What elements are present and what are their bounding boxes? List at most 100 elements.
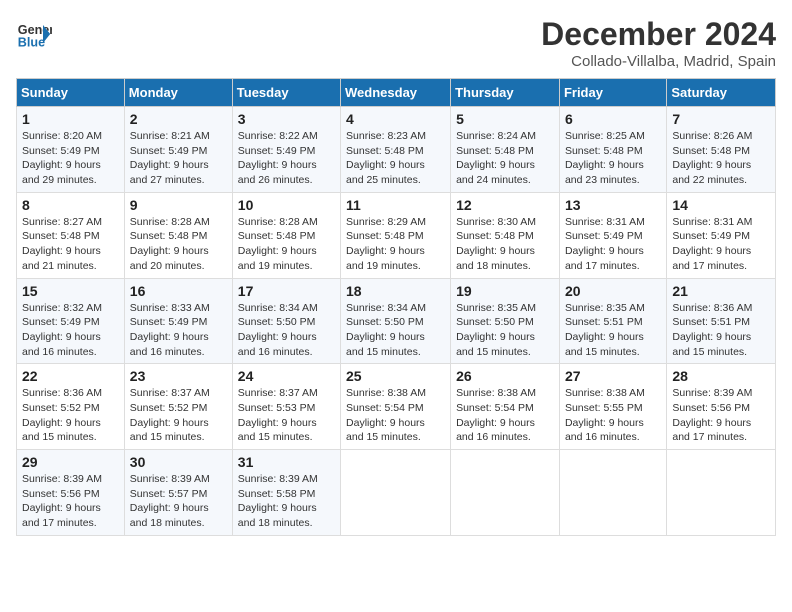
day-header-wednesday: Wednesday bbox=[341, 79, 451, 107]
day-number: 6 bbox=[565, 111, 661, 127]
day-number: 22 bbox=[22, 368, 119, 384]
week-row-5: 29 Sunrise: 8:39 AM Sunset: 5:56 PM Dayl… bbox=[17, 450, 776, 536]
day-info: Sunrise: 8:38 AM Sunset: 5:55 PM Dayligh… bbox=[565, 386, 661, 445]
day-number: 28 bbox=[672, 368, 770, 384]
day-number: 1 bbox=[22, 111, 119, 127]
day-info: Sunrise: 8:30 AM Sunset: 5:48 PM Dayligh… bbox=[456, 215, 554, 274]
day-number: 14 bbox=[672, 197, 770, 213]
week-row-1: 1 Sunrise: 8:20 AM Sunset: 5:49 PM Dayli… bbox=[17, 107, 776, 193]
day-number: 16 bbox=[130, 283, 227, 299]
day-info: Sunrise: 8:38 AM Sunset: 5:54 PM Dayligh… bbox=[346, 386, 445, 445]
day-info: Sunrise: 8:21 AM Sunset: 5:49 PM Dayligh… bbox=[130, 129, 227, 188]
calendar-cell: 4 Sunrise: 8:23 AM Sunset: 5:48 PM Dayli… bbox=[341, 107, 451, 193]
day-header-saturday: Saturday bbox=[667, 79, 776, 107]
day-info: Sunrise: 8:39 AM Sunset: 5:56 PM Dayligh… bbox=[22, 472, 119, 531]
calendar-cell: 25 Sunrise: 8:38 AM Sunset: 5:54 PM Dayl… bbox=[341, 364, 451, 450]
day-number: 26 bbox=[456, 368, 554, 384]
day-info: Sunrise: 8:22 AM Sunset: 5:49 PM Dayligh… bbox=[238, 129, 335, 188]
day-header-sunday: Sunday bbox=[17, 79, 125, 107]
calendar-title: December 2024 bbox=[541, 16, 776, 53]
day-info: Sunrise: 8:24 AM Sunset: 5:48 PM Dayligh… bbox=[456, 129, 554, 188]
day-number: 3 bbox=[238, 111, 335, 127]
day-info: Sunrise: 8:36 AM Sunset: 5:51 PM Dayligh… bbox=[672, 301, 770, 360]
day-number: 10 bbox=[238, 197, 335, 213]
calendar-cell: 28 Sunrise: 8:39 AM Sunset: 5:56 PM Dayl… bbox=[667, 364, 776, 450]
day-number: 8 bbox=[22, 197, 119, 213]
day-number: 21 bbox=[672, 283, 770, 299]
day-info: Sunrise: 8:25 AM Sunset: 5:48 PM Dayligh… bbox=[565, 129, 661, 188]
day-number: 20 bbox=[565, 283, 661, 299]
calendar-cell: 3 Sunrise: 8:22 AM Sunset: 5:49 PM Dayli… bbox=[232, 107, 340, 193]
day-number: 17 bbox=[238, 283, 335, 299]
calendar-cell: 12 Sunrise: 8:30 AM Sunset: 5:48 PM Dayl… bbox=[451, 192, 560, 278]
calendar-cell bbox=[667, 450, 776, 536]
calendar-subtitle: Collado-Villalba, Madrid, Spain bbox=[541, 53, 776, 70]
day-number: 15 bbox=[22, 283, 119, 299]
day-info: Sunrise: 8:33 AM Sunset: 5:49 PM Dayligh… bbox=[130, 301, 227, 360]
day-number: 19 bbox=[456, 283, 554, 299]
day-info: Sunrise: 8:31 AM Sunset: 5:49 PM Dayligh… bbox=[672, 215, 770, 274]
day-info: Sunrise: 8:34 AM Sunset: 5:50 PM Dayligh… bbox=[238, 301, 335, 360]
days-header-row: SundayMondayTuesdayWednesdayThursdayFrid… bbox=[17, 79, 776, 107]
calendar-cell: 8 Sunrise: 8:27 AM Sunset: 5:48 PM Dayli… bbox=[17, 192, 125, 278]
calendar-cell: 30 Sunrise: 8:39 AM Sunset: 5:57 PM Dayl… bbox=[124, 450, 232, 536]
day-number: 2 bbox=[130, 111, 227, 127]
day-info: Sunrise: 8:28 AM Sunset: 5:48 PM Dayligh… bbox=[238, 215, 335, 274]
day-info: Sunrise: 8:28 AM Sunset: 5:48 PM Dayligh… bbox=[130, 215, 227, 274]
calendar-table: SundayMondayTuesdayWednesdayThursdayFrid… bbox=[16, 78, 776, 536]
calendar-cell bbox=[451, 450, 560, 536]
day-info: Sunrise: 8:27 AM Sunset: 5:48 PM Dayligh… bbox=[22, 215, 119, 274]
day-info: Sunrise: 8:29 AM Sunset: 5:48 PM Dayligh… bbox=[346, 215, 445, 274]
calendar-cell: 10 Sunrise: 8:28 AM Sunset: 5:48 PM Dayl… bbox=[232, 192, 340, 278]
svg-text:Blue: Blue bbox=[18, 36, 45, 50]
day-number: 25 bbox=[346, 368, 445, 384]
day-info: Sunrise: 8:34 AM Sunset: 5:50 PM Dayligh… bbox=[346, 301, 445, 360]
title-area: December 2024 Collado-Villalba, Madrid, … bbox=[541, 16, 776, 70]
week-row-4: 22 Sunrise: 8:36 AM Sunset: 5:52 PM Dayl… bbox=[17, 364, 776, 450]
day-info: Sunrise: 8:39 AM Sunset: 5:58 PM Dayligh… bbox=[238, 472, 335, 531]
calendar-cell: 13 Sunrise: 8:31 AM Sunset: 5:49 PM Dayl… bbox=[559, 192, 666, 278]
day-info: Sunrise: 8:38 AM Sunset: 5:54 PM Dayligh… bbox=[456, 386, 554, 445]
calendar-cell: 27 Sunrise: 8:38 AM Sunset: 5:55 PM Dayl… bbox=[559, 364, 666, 450]
day-number: 11 bbox=[346, 197, 445, 213]
day-info: Sunrise: 8:23 AM Sunset: 5:48 PM Dayligh… bbox=[346, 129, 445, 188]
day-number: 5 bbox=[456, 111, 554, 127]
day-number: 12 bbox=[456, 197, 554, 213]
day-header-tuesday: Tuesday bbox=[232, 79, 340, 107]
calendar-body: 1 Sunrise: 8:20 AM Sunset: 5:49 PM Dayli… bbox=[17, 107, 776, 536]
calendar-cell: 22 Sunrise: 8:36 AM Sunset: 5:52 PM Dayl… bbox=[17, 364, 125, 450]
day-header-thursday: Thursday bbox=[451, 79, 560, 107]
day-header-friday: Friday bbox=[559, 79, 666, 107]
calendar-cell: 19 Sunrise: 8:35 AM Sunset: 5:50 PM Dayl… bbox=[451, 278, 560, 364]
calendar-cell: 1 Sunrise: 8:20 AM Sunset: 5:49 PM Dayli… bbox=[17, 107, 125, 193]
day-header-monday: Monday bbox=[124, 79, 232, 107]
day-number: 4 bbox=[346, 111, 445, 127]
day-number: 31 bbox=[238, 454, 335, 470]
day-info: Sunrise: 8:31 AM Sunset: 5:49 PM Dayligh… bbox=[565, 215, 661, 274]
day-number: 13 bbox=[565, 197, 661, 213]
calendar-cell: 6 Sunrise: 8:25 AM Sunset: 5:48 PM Dayli… bbox=[559, 107, 666, 193]
week-row-3: 15 Sunrise: 8:32 AM Sunset: 5:49 PM Dayl… bbox=[17, 278, 776, 364]
calendar-cell: 26 Sunrise: 8:38 AM Sunset: 5:54 PM Dayl… bbox=[451, 364, 560, 450]
calendar-cell: 29 Sunrise: 8:39 AM Sunset: 5:56 PM Dayl… bbox=[17, 450, 125, 536]
calendar-cell: 31 Sunrise: 8:39 AM Sunset: 5:58 PM Dayl… bbox=[232, 450, 340, 536]
header: General Blue December 2024 Collado-Villa… bbox=[16, 16, 776, 70]
calendar-cell bbox=[559, 450, 666, 536]
day-number: 23 bbox=[130, 368, 227, 384]
week-row-2: 8 Sunrise: 8:27 AM Sunset: 5:48 PM Dayli… bbox=[17, 192, 776, 278]
day-number: 7 bbox=[672, 111, 770, 127]
calendar-cell: 17 Sunrise: 8:34 AM Sunset: 5:50 PM Dayl… bbox=[232, 278, 340, 364]
logo: General Blue bbox=[16, 16, 52, 52]
day-number: 27 bbox=[565, 368, 661, 384]
calendar-cell: 2 Sunrise: 8:21 AM Sunset: 5:49 PM Dayli… bbox=[124, 107, 232, 193]
day-info: Sunrise: 8:32 AM Sunset: 5:49 PM Dayligh… bbox=[22, 301, 119, 360]
calendar-cell: 23 Sunrise: 8:37 AM Sunset: 5:52 PM Dayl… bbox=[124, 364, 232, 450]
calendar-cell: 7 Sunrise: 8:26 AM Sunset: 5:48 PM Dayli… bbox=[667, 107, 776, 193]
day-info: Sunrise: 8:35 AM Sunset: 5:51 PM Dayligh… bbox=[565, 301, 661, 360]
calendar-cell: 14 Sunrise: 8:31 AM Sunset: 5:49 PM Dayl… bbox=[667, 192, 776, 278]
day-info: Sunrise: 8:20 AM Sunset: 5:49 PM Dayligh… bbox=[22, 129, 119, 188]
day-info: Sunrise: 8:39 AM Sunset: 5:56 PM Dayligh… bbox=[672, 386, 770, 445]
day-info: Sunrise: 8:36 AM Sunset: 5:52 PM Dayligh… bbox=[22, 386, 119, 445]
calendar-cell: 21 Sunrise: 8:36 AM Sunset: 5:51 PM Dayl… bbox=[667, 278, 776, 364]
day-info: Sunrise: 8:39 AM Sunset: 5:57 PM Dayligh… bbox=[130, 472, 227, 531]
